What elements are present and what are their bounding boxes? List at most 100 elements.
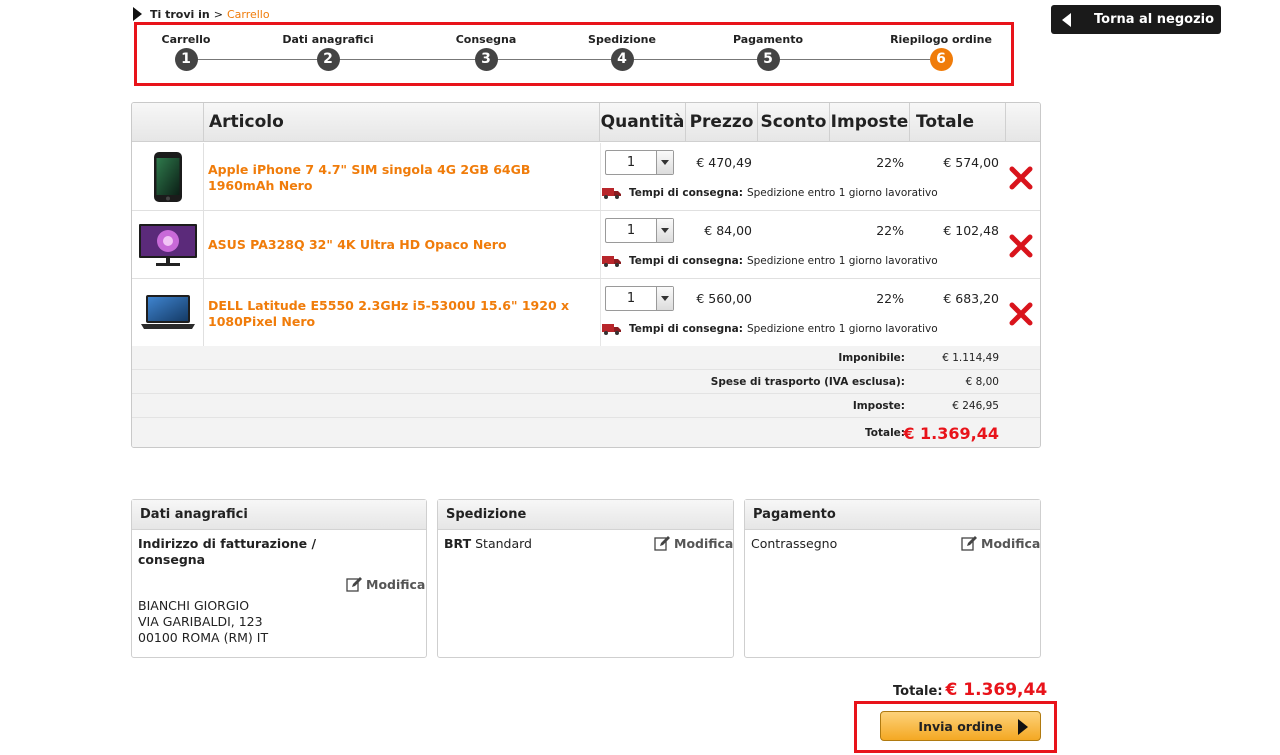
step-label: Pagamento bbox=[732, 33, 804, 46]
product-name-link[interactable]: ASUS PA328Q 32" 4K Ultra HD Opaco Nero bbox=[208, 237, 588, 253]
column-divider bbox=[600, 211, 601, 278]
header-price: Prezzo bbox=[686, 103, 758, 142]
panel-body: BRT Standard Modifica bbox=[438, 530, 733, 558]
address-heading: Indirizzo di fatturazione / consegna bbox=[138, 536, 420, 568]
delivery-text: Spedizione entro 1 giorno lavorativo bbox=[746, 323, 938, 335]
step-label: Riepilogo ordine bbox=[890, 33, 992, 46]
truck-icon bbox=[602, 188, 621, 199]
header-quantity: Quantità bbox=[600, 103, 686, 142]
address-heading-line: Indirizzo di fatturazione / bbox=[138, 536, 317, 551]
cart-row: ASUS PA328Q 32" 4K Ultra HD Opaco Nero 1… bbox=[132, 211, 1040, 279]
back-to-shop-button[interactable]: Torna al negozio bbox=[1051, 5, 1221, 34]
breadcrumb-prefix: Ti trovi in bbox=[150, 7, 210, 21]
step-delivery[interactable]: Consegna 3 bbox=[426, 33, 546, 71]
customer-name: BIANCHI GIORGIO bbox=[138, 598, 250, 613]
breadcrumb-arrow-icon bbox=[133, 7, 142, 21]
step-personal-data[interactable]: Dati anagrafici 2 bbox=[268, 33, 388, 71]
chevron-down-icon[interactable] bbox=[656, 151, 673, 174]
arrow-left-icon bbox=[1062, 12, 1071, 27]
step-number: 3 bbox=[474, 48, 498, 71]
step-payment[interactable]: Pagamento 5 bbox=[708, 33, 828, 71]
send-order-label: Invia ordine bbox=[918, 718, 1003, 734]
chevron-down-icon[interactable] bbox=[656, 287, 673, 310]
delivery-text: Spedizione entro 1 giorno lavorativo bbox=[746, 187, 938, 199]
shipping-cost-value: € 8,00 bbox=[965, 376, 999, 388]
step-order-summary[interactable]: Riepilogo ordine 6 bbox=[881, 33, 1001, 71]
step-shipping[interactable]: Spedizione 4 bbox=[562, 33, 682, 71]
shipping-service: Standard bbox=[475, 536, 532, 551]
edit-personal-data-button[interactable]: Modifica bbox=[346, 576, 425, 592]
total-label: Totale: bbox=[864, 427, 905, 439]
personal-data-panel: Dati anagrafici Indirizzo di fatturazion… bbox=[131, 499, 427, 658]
panel-body: Indirizzo di fatturazione / consegna Mod… bbox=[132, 530, 426, 645]
remove-item-icon[interactable] bbox=[1008, 301, 1034, 327]
quantity-select[interactable]: 1 bbox=[605, 150, 674, 175]
product-thumbnail[interactable] bbox=[132, 211, 204, 278]
taxable-label: Imponibile: bbox=[838, 352, 905, 364]
quantity-value: 1 bbox=[626, 291, 636, 306]
truck-icon bbox=[602, 256, 621, 267]
step-label: Consegna bbox=[455, 33, 517, 46]
step-number-active: 6 bbox=[929, 48, 953, 71]
quantity-value: 1 bbox=[626, 223, 636, 238]
order-total-label: Totale: bbox=[893, 684, 943, 699]
customer-street: VIA GARIBALDI, 123 bbox=[138, 614, 263, 629]
delivery-info: Tempi di consegna: Spedizione entro 1 gi… bbox=[602, 255, 938, 267]
product-thumbnail[interactable] bbox=[132, 143, 204, 210]
header-thumb bbox=[132, 103, 204, 142]
edit-icon bbox=[961, 536, 977, 551]
delivery-label: Tempi di consegna: bbox=[629, 187, 743, 199]
product-name-link[interactable]: Apple iPhone 7 4.7" SIM singola 4G 2GB 6… bbox=[208, 162, 588, 194]
panel-title: Dati anagrafici bbox=[132, 500, 426, 530]
back-to-shop-label: Torna al negozio bbox=[1094, 12, 1215, 27]
quantity-select[interactable]: 1 bbox=[605, 286, 674, 311]
item-tax: 22% bbox=[876, 291, 904, 306]
summary-shipping-row: Spese di trasporto (IVA esclusa): € 8,00 bbox=[132, 370, 1040, 394]
remove-item-icon[interactable] bbox=[1008, 165, 1034, 191]
payment-panel: Pagamento Contrassegno Modifica bbox=[744, 499, 1041, 658]
edit-label: Modifica bbox=[981, 535, 1041, 551]
cart-row: Apple iPhone 7 4.7" SIM singola 4G 2GB 6… bbox=[132, 143, 1040, 211]
arrow-right-icon bbox=[1018, 719, 1028, 735]
breadcrumb-current[interactable]: Carrello bbox=[227, 8, 270, 21]
delivery-label: Tempi di consegna: bbox=[629, 255, 743, 267]
taxable-value: € 1.114,49 bbox=[942, 352, 999, 364]
address-block: BIANCHI GIORGIO VIA GARIBALDI, 123 00100… bbox=[138, 598, 268, 646]
step-number: 4 bbox=[610, 48, 634, 71]
total-value: € 1.369,44 bbox=[903, 424, 999, 443]
product-name-link[interactable]: DELL Latitude E5550 2.3GHz i5-5300U 15.6… bbox=[208, 298, 588, 330]
truck-icon bbox=[602, 324, 621, 335]
step-number: 2 bbox=[316, 48, 340, 71]
header-discount: Sconto bbox=[758, 103, 830, 142]
step-cart[interactable]: Carrello 1 bbox=[126, 33, 246, 71]
smartphone-icon bbox=[153, 151, 182, 202]
quantity-select[interactable]: 1 bbox=[605, 218, 674, 243]
item-total: € 683,20 bbox=[943, 291, 999, 306]
checkout-steps: Carrello 1 Dati anagrafici 2 Consegna 3 … bbox=[134, 22, 1014, 86]
item-tax: 22% bbox=[876, 155, 904, 170]
item-total: € 102,48 bbox=[943, 223, 999, 238]
delivery-text: Spedizione entro 1 giorno lavorativo bbox=[746, 255, 938, 267]
item-total: € 574,00 bbox=[943, 155, 999, 170]
panel-title: Spedizione bbox=[438, 500, 733, 530]
send-order-button[interactable]: Invia ordine bbox=[880, 711, 1041, 741]
customer-city: 00100 ROMA (RM) IT bbox=[138, 630, 269, 645]
edit-label: Modifica bbox=[366, 576, 426, 592]
edit-payment-button[interactable]: Modifica bbox=[961, 535, 1040, 551]
address-heading-line: consegna bbox=[138, 552, 206, 567]
header-taxes: Imposte bbox=[830, 103, 910, 142]
step-label: Carrello bbox=[161, 33, 211, 46]
delivery-label: Tempi di consegna: bbox=[629, 323, 743, 335]
monitor-icon bbox=[138, 223, 197, 266]
taxes-value: € 246,95 bbox=[952, 400, 999, 412]
column-divider bbox=[600, 143, 601, 210]
header-remove bbox=[1006, 103, 1040, 142]
item-tax: 22% bbox=[876, 223, 904, 238]
product-thumbnail[interactable] bbox=[132, 279, 204, 346]
item-price: € 84,00 bbox=[704, 223, 752, 238]
remove-item-icon[interactable] bbox=[1008, 233, 1034, 259]
summary-taxable-row: Imponibile: € 1.114,49 bbox=[132, 346, 1040, 370]
chevron-down-icon[interactable] bbox=[656, 219, 673, 242]
edit-shipping-button[interactable]: Modifica bbox=[654, 535, 733, 551]
step-label: Dati anagrafici bbox=[282, 33, 374, 46]
